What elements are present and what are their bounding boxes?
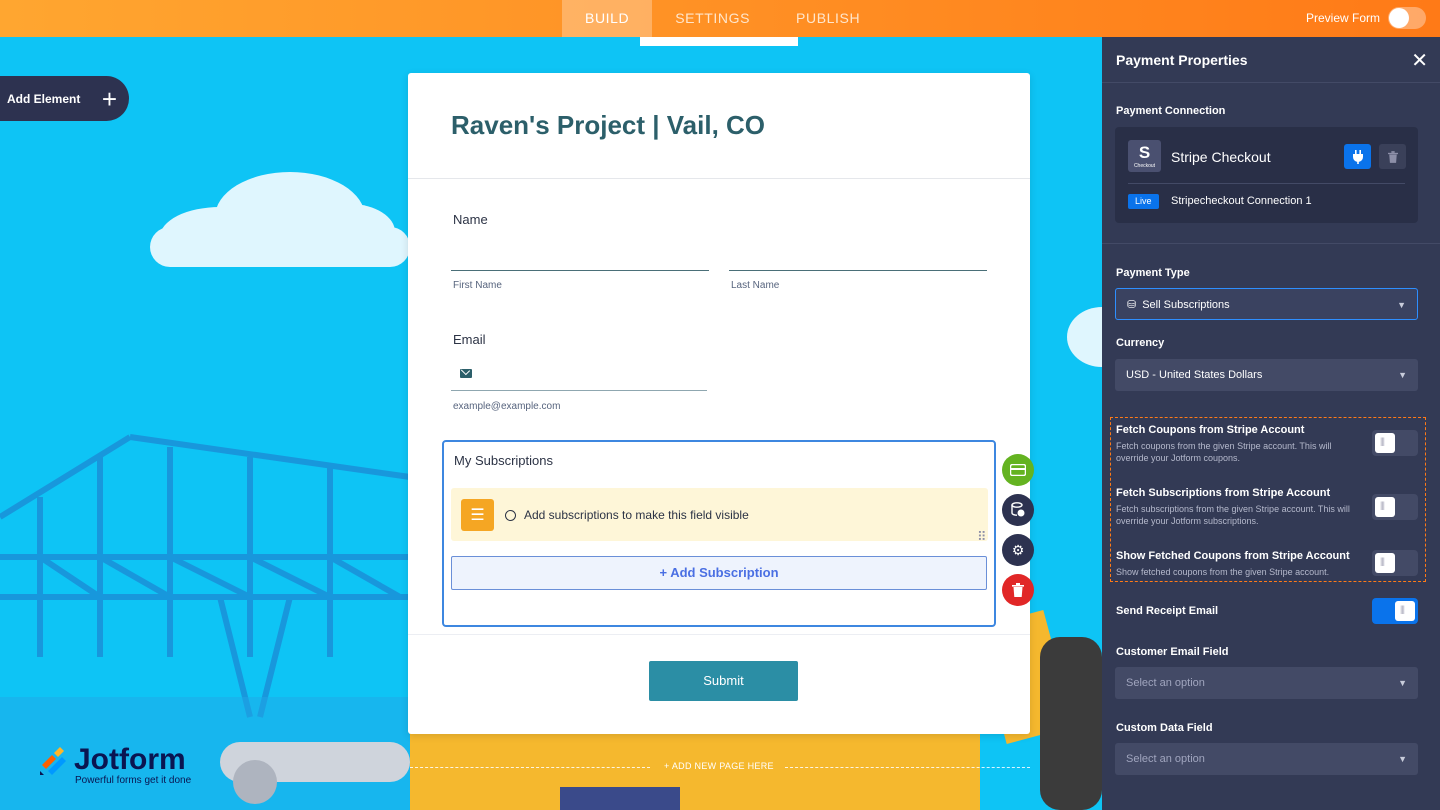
jotform-brand-name: Jotform: [74, 743, 186, 776]
custom-data-placeholder: Select an option: [1126, 753, 1205, 765]
preview-form-control: Preview Form: [1306, 7, 1426, 29]
fetch-subscriptions-description: Fetch subscriptions from the given Strip…: [1116, 504, 1350, 526]
subscriptions-label: My Subscriptions: [454, 453, 553, 468]
custom-data-select[interactable]: Select an option ▼: [1115, 743, 1418, 775]
show-fetched-coupons-description: Show fetched coupons from the given Stri…: [1116, 567, 1330, 577]
fetch-subscriptions-title: Fetch Subscriptions from Stripe Account: [1116, 487, 1331, 499]
form-title[interactable]: Raven's Project | Vail, CO: [451, 110, 765, 141]
list-icon: ☰: [461, 499, 494, 531]
first-name-input[interactable]: [451, 270, 709, 271]
currency-value: USD - United States Dollars: [1126, 369, 1263, 381]
fetch-coupons-toggle[interactable]: [1372, 430, 1418, 456]
toggle-knob: [1375, 497, 1395, 517]
plug-icon: [1352, 149, 1363, 164]
jotform-tagline: Powerful forms get it done: [75, 775, 192, 786]
dashed-line: [410, 767, 650, 768]
logo-letter: S: [1138, 143, 1151, 162]
stripe-checkout-logo-icon: S Checkout: [1128, 140, 1161, 172]
add-subscription-button[interactable]: + Add Subscription: [451, 556, 987, 590]
connection-name: Stripecheckout Connection 1: [1171, 195, 1312, 207]
payment-properties-panel: Payment Properties ✕ Payment Connection …: [1102, 37, 1440, 810]
show-fetched-coupons-toggle[interactable]: [1372, 550, 1418, 576]
trash-icon: [1387, 150, 1398, 163]
tab-build[interactable]: BUILD: [562, 0, 653, 37]
close-icon[interactable]: ✕: [1411, 48, 1428, 73]
fetch-subscriptions-toggle[interactable]: [1372, 494, 1418, 520]
drag-handle-icon[interactable]: ⠿: [977, 529, 986, 545]
coins-icon[interactable]: [1002, 494, 1034, 526]
submit-button[interactable]: Submit: [649, 661, 798, 701]
add-element-label: Add Element: [7, 91, 81, 106]
add-new-page[interactable]: + ADD NEW PAGE HERE: [410, 761, 1030, 773]
email-label: Email: [453, 332, 486, 347]
fetch-coupons-title: Fetch Coupons from Stripe Account: [1116, 424, 1305, 436]
chevron-down-icon: ▼: [1398, 678, 1407, 688]
payment-connection-card: S Checkout Stripe Checkout Live Stripech…: [1115, 127, 1418, 223]
trash-icon[interactable]: [1002, 574, 1034, 606]
first-name-sublabel: First Name: [453, 280, 502, 291]
divider: [1128, 183, 1405, 184]
subscriptions-notice: ☰ Add subscriptions to make this field v…: [451, 488, 988, 541]
dashed-line: [785, 767, 1030, 768]
subscriptions-field[interactable]: My Subscriptions ☰ Add subscriptions to …: [442, 440, 996, 627]
divider: [408, 178, 1030, 179]
notice-text: Add subscriptions to make this field vis…: [524, 508, 749, 522]
divider: [408, 634, 1030, 635]
fetch-coupons-description: Fetch coupons from the given Stripe acco…: [1116, 441, 1332, 463]
chevron-down-icon: ▼: [1398, 370, 1407, 380]
gear-icon[interactable]: ⚙: [1002, 534, 1034, 566]
tab-publish[interactable]: PUBLISH: [773, 0, 883, 37]
last-name-sublabel: Last Name: [731, 280, 780, 291]
delete-connection-button[interactable]: [1379, 144, 1406, 169]
gateway-name: Stripe Checkout: [1171, 149, 1271, 165]
live-mode-badge: Live: [1128, 194, 1159, 209]
show-fetched-coupons-title: Show Fetched Coupons from Stripe Account: [1116, 550, 1350, 562]
toggle-knob: [1389, 8, 1409, 28]
page-indicator: [640, 37, 798, 46]
payment-type-value: Sell Subscriptions: [1142, 299, 1230, 311]
top-navigation-bar: BUILD SETTINGS PUBLISH Preview Form: [0, 0, 1440, 37]
preview-form-toggle[interactable]: [1388, 7, 1426, 29]
customer-email-label: Customer Email Field: [1116, 646, 1229, 658]
jotform-logo-icon: [40, 747, 66, 775]
payment-type-select[interactable]: ⛁ Sell Subscriptions ▼: [1115, 288, 1418, 320]
currency-select[interactable]: USD - United States Dollars ▼: [1115, 359, 1418, 391]
envelope-icon: [460, 369, 472, 378]
radio-icon: [505, 510, 516, 521]
coins-icon: ⛁: [1127, 299, 1137, 311]
plus-icon: +: [101, 83, 117, 114]
toggle-knob: [1375, 433, 1395, 453]
builder-tabs: BUILD SETTINGS PUBLISH: [562, 0, 883, 37]
divider: [1102, 243, 1440, 244]
send-receipt-label: Send Receipt Email: [1116, 605, 1219, 617]
currency-label: Currency: [1116, 337, 1165, 349]
name-label: Name: [453, 212, 488, 227]
panel-title: Payment Properties: [1116, 52, 1248, 68]
customer-email-select[interactable]: Select an option ▼: [1115, 667, 1418, 699]
add-element-button[interactable]: Add Element +: [0, 76, 129, 121]
tab-settings[interactable]: SETTINGS: [652, 0, 773, 37]
form-card: Raven's Project | Vail, CO Name First Na…: [408, 73, 1030, 734]
preview-form-label: Preview Form: [1305, 11, 1380, 25]
last-name-input[interactable]: [729, 270, 987, 271]
payment-type-label: Payment Type: [1116, 267, 1190, 279]
toggle-knob: [1395, 601, 1415, 621]
send-receipt-toggle[interactable]: [1372, 598, 1418, 624]
payment-connection-label: Payment Connection: [1116, 105, 1226, 117]
logo-caption: Checkout: [1133, 163, 1156, 169]
panel-header: Payment Properties ✕: [1102, 37, 1440, 83]
custom-data-label: Custom Data Field: [1116, 722, 1213, 734]
chevron-down-icon: ▼: [1397, 300, 1406, 310]
toggle-knob: [1375, 553, 1395, 573]
email-sublabel: example@example.com: [453, 401, 561, 412]
payment-card-icon[interactable]: [1002, 454, 1034, 486]
jotform-logo: Jotform Powerful forms get it done: [38, 743, 191, 786]
add-new-page-label: + ADD NEW PAGE HERE: [664, 761, 774, 771]
customer-email-placeholder: Select an option: [1126, 677, 1205, 689]
email-input[interactable]: [451, 390, 707, 391]
connect-plug-button[interactable]: [1344, 144, 1371, 169]
chevron-down-icon: ▼: [1398, 754, 1407, 764]
